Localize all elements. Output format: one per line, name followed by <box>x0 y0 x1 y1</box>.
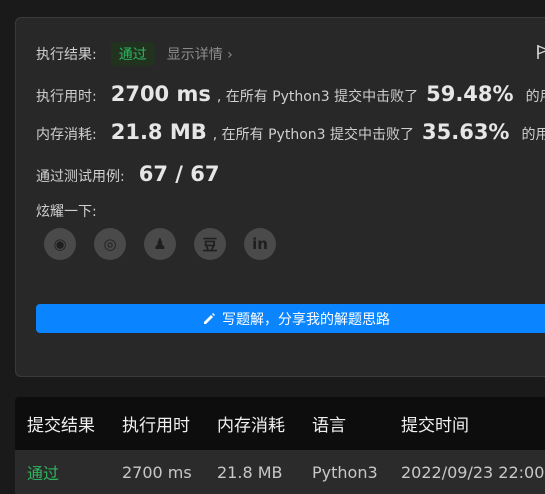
wechat-icon[interactable]: ◉ <box>44 228 76 260</box>
cell-runtime: 2700 ms <box>122 462 192 482</box>
runtime-value: 2700 ms <box>110 82 211 106</box>
header-result: 提交结果 <box>27 416 95 436</box>
header-memory: 内存消耗 <box>217 416 285 436</box>
qq-icon[interactable]: ♟ <box>144 228 176 260</box>
write-solution-label: 写题解，分享我的解题思路 <box>222 311 390 328</box>
cell-result[interactable]: 通过 <box>27 460 59 484</box>
share-icons: ◉ ◎ ♟ 豆 in <box>44 228 276 260</box>
submissions-table: 提交结果 执行用时 内存消耗 语言 提交时间 通过 2700 ms 21.8 M… <box>15 397 545 494</box>
table-row[interactable]: 通过 2700 ms 21.8 MB Python3 2022/09/23 22… <box>15 450 545 494</box>
result-row: 执行结果: 通过 显示详情 › <box>36 42 233 66</box>
cell-memory: 21.8 MB <box>217 462 283 482</box>
cell-submit-time: 2022/09/23 22:00 <box>401 462 545 482</box>
memory-value: 21.8 MB <box>110 120 207 144</box>
share-label: 炫耀一下: <box>36 204 97 220</box>
memory-row: 内存消耗: 21.8 MB , 在所有 Python3 提交中击败了 35.63… <box>36 120 545 144</box>
flag-icon[interactable] <box>535 44 545 60</box>
result-label: 执行结果: <box>36 47 97 63</box>
tests-label: 通过测试用例: <box>36 169 125 185</box>
cell-language: Python3 <box>312 462 378 482</box>
runtime-middle-text: , 在所有 Python3 提交中击败了 <box>216 89 419 105</box>
runtime-suffix: 的用户 <box>525 89 545 105</box>
memory-percent: 35.63% <box>422 120 510 144</box>
memory-suffix: 的用户 <box>521 127 545 143</box>
linkedin-icon[interactable]: in <box>244 228 276 260</box>
runtime-percent: 59.48% <box>426 82 514 106</box>
memory-middle-text: , 在所有 Python3 提交中击败了 <box>212 127 414 143</box>
douban-icon[interactable]: 豆 <box>194 228 226 260</box>
write-solution-button[interactable]: 写题解，分享我的解题思路 <box>36 304 545 333</box>
header-language: 语言 <box>312 416 346 436</box>
tests-row: 通过测试用例: 67 / 67 <box>36 162 219 186</box>
table-header: 提交结果 执行用时 内存消耗 语言 提交时间 <box>15 397 545 450</box>
submission-result-card: 执行结果: 通过 显示详情 › 执行用时: 2700 ms , 在所有 Pyth… <box>15 17 545 377</box>
status-badge: 通过 <box>110 42 155 66</box>
runtime-label: 执行用时: <box>36 89 97 105</box>
header-runtime: 执行用时 <box>122 416 190 436</box>
show-details-link[interactable]: 显示详情 › <box>167 44 233 64</box>
weibo-icon[interactable]: ◎ <box>94 228 126 260</box>
header-submit-time: 提交时间 <box>401 416 469 436</box>
pencil-icon <box>204 312 215 324</box>
memory-label: 内存消耗: <box>36 127 97 143</box>
share-row: 炫耀一下: <box>36 201 97 221</box>
runtime-row: 执行用时: 2700 ms , 在所有 Python3 提交中击败了 59.48… <box>36 82 545 106</box>
tests-value: 67 / 67 <box>138 162 220 186</box>
